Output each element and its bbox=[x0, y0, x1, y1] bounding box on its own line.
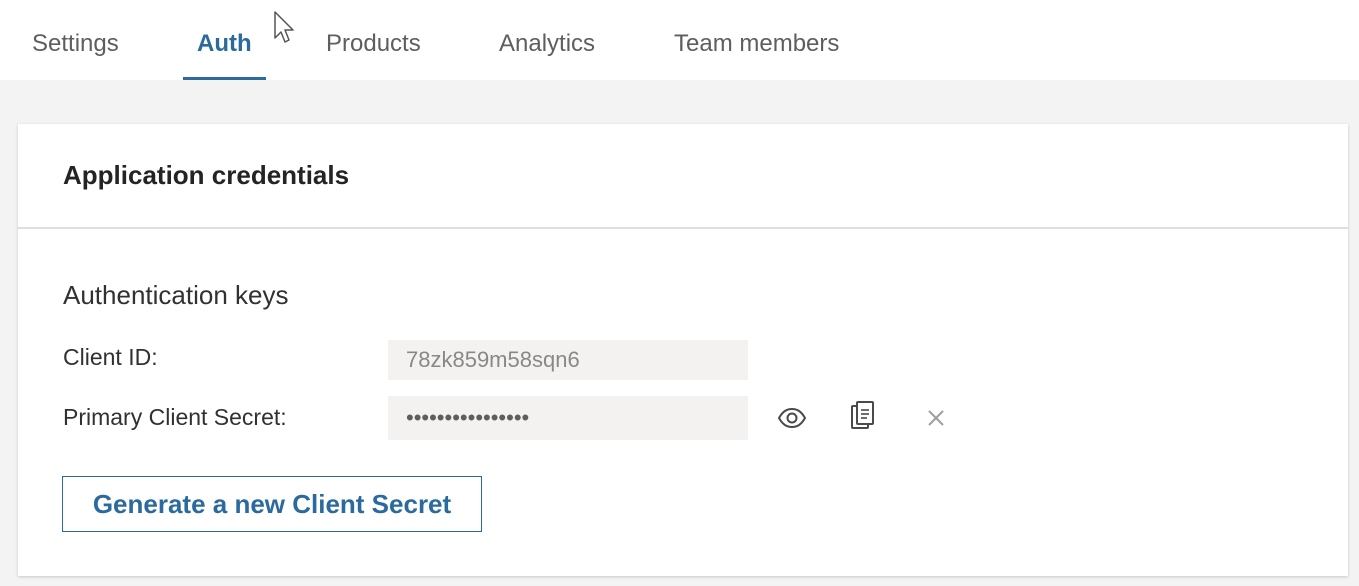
credentials-card: Application credentials Authentication k… bbox=[18, 124, 1348, 576]
tab-auth[interactable]: Auth bbox=[183, 0, 266, 80]
client-id-label: Client ID: bbox=[63, 344, 158, 370]
eye-icon[interactable] bbox=[774, 400, 810, 436]
mouse-cursor-icon bbox=[274, 11, 294, 43]
copy-icon[interactable] bbox=[845, 398, 881, 434]
client-id-field[interactable]: 78zk859m58sqn6 bbox=[388, 340, 748, 380]
tab-analytics[interactable]: Analytics bbox=[499, 0, 595, 80]
client-secret-label: Primary Client Secret: bbox=[63, 404, 287, 430]
section-title: Authentication keys bbox=[63, 280, 289, 310]
generate-client-secret-button[interactable]: Generate a new Client Secret bbox=[62, 476, 482, 532]
tab-settings[interactable]: Settings bbox=[32, 0, 119, 80]
card-title: Application credentials bbox=[63, 160, 350, 190]
tab-products[interactable]: Products bbox=[326, 0, 421, 80]
client-secret-field[interactable]: •••••••••••••••• bbox=[388, 396, 748, 440]
tab-team-members[interactable]: Team members bbox=[674, 0, 839, 80]
close-icon[interactable] bbox=[918, 400, 954, 436]
tab-bar: Settings Auth Products Analytics Team me… bbox=[0, 0, 1359, 80]
card-header: Application credentials bbox=[18, 124, 1348, 229]
